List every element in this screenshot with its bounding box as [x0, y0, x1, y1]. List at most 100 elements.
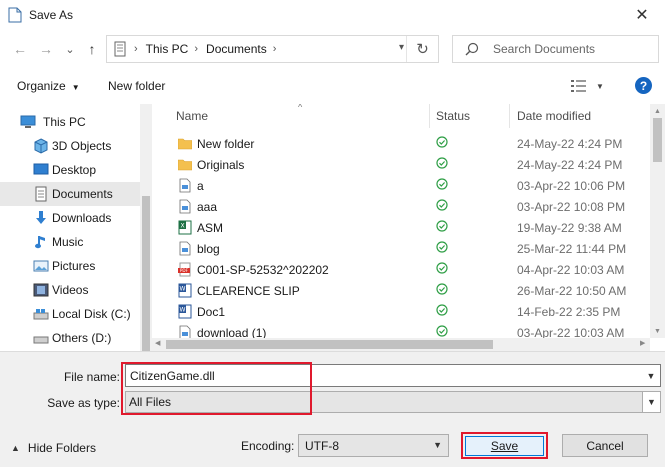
sync-ok-icon	[436, 220, 448, 232]
sync-ok-icon	[436, 262, 448, 274]
cancel-button[interactable]: Cancel	[562, 434, 648, 457]
sidebar-item-local-disk[interactable]: Local Disk (C:)	[0, 302, 140, 326]
up-button[interactable]: ↑	[82, 39, 102, 59]
file-row[interactable]: aaa 03-Apr-22 10:08 PM	[152, 196, 650, 217]
scrollbar-thumb[interactable]	[653, 118, 662, 162]
search-input[interactable]: Search Documents	[452, 35, 659, 63]
file-date: 03-Apr-22 10:06 PM	[517, 179, 626, 193]
encoding-label: Encoding:	[241, 439, 295, 453]
file-name-input[interactable]: CitizenGame.dll ▼	[125, 364, 661, 387]
file-date: 03-Apr-22 10:08 PM	[517, 200, 626, 214]
scroll-up-icon[interactable]: ▲	[650, 104, 665, 118]
scrollbar-thumb[interactable]	[142, 196, 150, 351]
organize-button[interactable]: Organize ▼	[17, 79, 80, 93]
file-name: aaa	[197, 200, 218, 214]
sidebar-item-others[interactable]: Others (D:)	[0, 326, 140, 350]
chevron-down-icon[interactable]: ▼	[642, 365, 660, 386]
forward-button[interactable]: →	[36, 39, 56, 59]
organize-label: Organize	[17, 79, 66, 93]
sidebar-item-music[interactable]: Music	[0, 230, 140, 254]
sidebar-item-label: Desktop	[52, 163, 97, 177]
back-button[interactable]: ←	[10, 39, 30, 59]
scroll-left-icon[interactable]: ◀	[155, 339, 160, 347]
column-header-name[interactable]: Name	[176, 104, 432, 128]
save-type-select[interactable]: All Files ▼	[125, 391, 661, 413]
file-row[interactable]: New folder 24-May-22 4:24 PM	[152, 133, 650, 154]
sync-ok-icon	[436, 304, 448, 316]
file-row[interactable]: W Doc1 14-Feb-22 2:35 PM	[152, 301, 650, 322]
refresh-icon: ↻	[416, 41, 429, 58]
svg-text:W: W	[180, 307, 186, 314]
breadcrumb-separator: ›	[194, 43, 199, 55]
breadcrumb-this-pc[interactable]: This PC	[146, 42, 189, 56]
sidebar-item-this-pc[interactable]: This PC	[0, 110, 140, 134]
recent-locations-button[interactable]: ⌄	[60, 39, 80, 59]
desktop-icon	[33, 163, 49, 175]
sidebar-item-3d-objects[interactable]: 3D Objects	[0, 134, 140, 158]
sync-ok-icon	[436, 157, 448, 169]
address-bar[interactable]: › This PC › Documents › ▾ ↻	[106, 35, 439, 63]
pdf-file-icon: PDF	[178, 262, 192, 277]
address-dropdown-icon[interactable]: ▾	[399, 42, 404, 53]
sidebar-item-label: Documents	[52, 187, 113, 201]
sidebar-item-desktop[interactable]: Desktop	[0, 158, 140, 182]
file-row[interactable]: W CLEARENCE SLIP 26-Mar-22 10:50 AM	[152, 280, 650, 301]
sidebar-scrollbar[interactable]	[140, 104, 152, 351]
document-icon	[178, 199, 192, 214]
drive-icon	[33, 336, 49, 344]
hide-folders-button[interactable]: ▲ Hide Folders	[11, 441, 96, 455]
file-name: CLEARENCE SLIP	[197, 284, 300, 298]
help-button[interactable]: ?	[635, 77, 652, 94]
excel-file-icon: X	[178, 220, 192, 235]
details-view-icon	[571, 80, 586, 92]
file-date: 19-May-22 9:38 AM	[517, 221, 622, 235]
file-row[interactable]: blog 25-Mar-22 11:44 PM	[152, 238, 650, 259]
view-options-button[interactable]: ▼	[570, 78, 608, 94]
sidebar-item-label: Others (D:)	[52, 331, 112, 345]
breadcrumb-documents[interactable]: Documents	[206, 42, 267, 56]
file-row[interactable]: PDF C001-SP-52532^202202 04-Apr-22 10:03 A…	[152, 259, 650, 280]
sync-ok-icon	[436, 325, 448, 337]
file-name: Doc1	[197, 305, 226, 319]
scroll-right-icon[interactable]: ▶	[640, 339, 645, 347]
sidebar-item-downloads[interactable]: Downloads	[0, 206, 140, 230]
column-header-date[interactable]: Date modified	[517, 104, 647, 128]
file-row[interactable]: Originals 24-May-22 4:24 PM	[152, 154, 650, 175]
chevron-down-icon: ⌄	[65, 43, 75, 56]
window-title: Save As	[29, 8, 74, 22]
refresh-button[interactable]: ↻	[406, 36, 438, 62]
column-divider[interactable]	[429, 104, 430, 128]
chevron-down-icon[interactable]: ▼	[642, 392, 660, 412]
breadcrumb-separator: ›	[134, 43, 138, 55]
file-row[interactable]: X ASM 19-May-22 9:38 AM	[152, 217, 650, 238]
encoding-select[interactable]: UTF-8 ▼	[298, 434, 449, 457]
sidebar-item-label: Downloads	[52, 211, 112, 225]
navigation-bar: ← → ⌄ ↑ › This PC › Documents › ▾ ↻ Sear…	[0, 33, 665, 65]
sidebar-item-documents[interactable]: Documents	[0, 182, 140, 206]
new-folder-button[interactable]: New folder	[108, 79, 165, 93]
file-date: 14-Feb-22 2:35 PM	[517, 305, 621, 319]
file-date: 24-May-22 4:24 PM	[517, 137, 623, 151]
file-list-hscrollbar[interactable]: ◀ ▶	[152, 338, 650, 351]
word-file-icon: W	[178, 304, 192, 319]
file-list-scrollbar[interactable]: ▲ ▼	[650, 104, 665, 338]
svg-text:PDF: PDF	[180, 268, 189, 273]
arrow-left-icon: ←	[13, 41, 27, 57]
command-bar: Organize ▼ New folder ▼ ?	[0, 72, 665, 100]
column-divider[interactable]	[509, 104, 510, 128]
cube-icon	[34, 138, 48, 154]
sidebar-item-label: Music	[52, 235, 84, 249]
file-name: ASM	[197, 221, 224, 235]
close-button[interactable]: ✕	[619, 0, 665, 30]
file-row[interactable]: a 03-Apr-22 10:06 PM	[152, 175, 650, 196]
close-icon: ✕	[635, 7, 649, 24]
folder-icon	[177, 157, 193, 172]
scroll-down-icon[interactable]: ▼	[650, 324, 665, 338]
sidebar-item-videos[interactable]: Videos	[0, 278, 140, 302]
save-form: File name: CitizenGame.dll ▼ Save as typ…	[0, 351, 665, 467]
sidebar-item-pictures[interactable]: Pictures	[0, 254, 140, 278]
column-label: Date modified	[517, 109, 592, 123]
column-header-status[interactable]: Status	[436, 104, 506, 128]
scrollbar-thumb[interactable]	[166, 340, 493, 349]
save-button[interactable]: Save	[465, 436, 544, 456]
